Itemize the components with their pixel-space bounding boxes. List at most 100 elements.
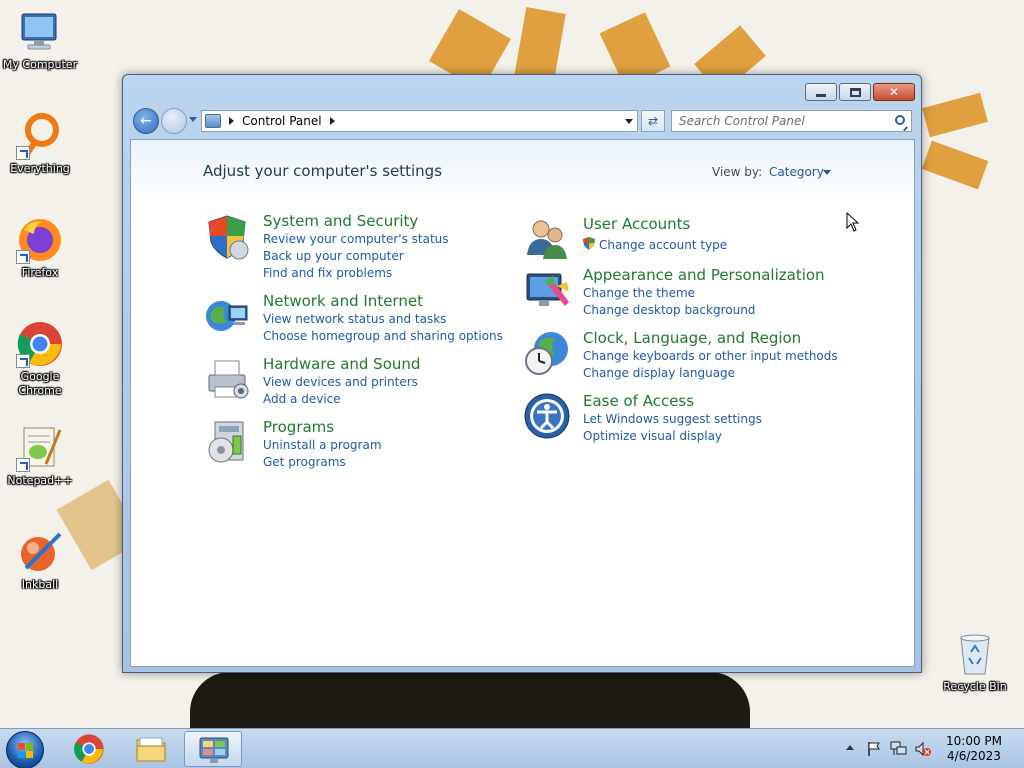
- category-link[interactable]: Change keyboards or other input methods: [583, 349, 838, 363]
- notepad-icon: [16, 424, 64, 472]
- category-link[interactable]: Choose homegroup and sharing options: [263, 329, 503, 343]
- category-link[interactable]: Change desktop background: [583, 303, 755, 317]
- category-link[interactable]: Get programs: [263, 455, 346, 469]
- desktop-icon-notepad-plus-plus[interactable]: Notepad++: [0, 424, 80, 488]
- category-link[interactable]: Optimize visual display: [583, 429, 722, 443]
- category-link[interactable]: Back up your computer: [263, 249, 404, 263]
- category-link[interactable]: Let Windows suggest settings: [583, 412, 762, 426]
- taskbar-explorer-button[interactable]: [122, 731, 180, 767]
- show-hidden-icons-button[interactable]: [846, 745, 854, 750]
- recycle-bin-icon: [951, 630, 999, 678]
- category-title[interactable]: Network and Internet: [263, 292, 423, 310]
- address-dropdown-icon[interactable]: [625, 119, 633, 124]
- wallpaper-ray: [921, 140, 989, 190]
- control-panel-small-icon: [205, 114, 221, 128]
- category-title[interactable]: Appearance and Personalization: [583, 266, 825, 284]
- taskbar-clock[interactable]: 10:00 PM 4/6/2023: [936, 734, 1012, 764]
- close-button[interactable]: ✕: [873, 83, 915, 101]
- computer-icon: [16, 8, 64, 56]
- wallpaper-ray: [514, 7, 566, 83]
- volume-muted-icon[interactable]: [914, 741, 932, 760]
- window-controls: ✕: [805, 83, 915, 101]
- firefox-icon: [16, 216, 64, 264]
- users-icon[interactable]: [523, 215, 571, 263]
- category-clock-language-and-region: Clock, Language, and Region Change keybo…: [523, 329, 853, 380]
- search-input[interactable]: [672, 111, 882, 131]
- control-panel-content: Adjust your computer's settings View by:…: [130, 139, 915, 667]
- category-link[interactable]: Change the theme: [583, 286, 695, 300]
- close-icon: ✕: [888, 85, 900, 99]
- breadcrumb-separator-icon[interactable]: [329, 117, 335, 125]
- programs-icon[interactable]: [203, 418, 251, 466]
- maximize-button[interactable]: [839, 83, 871, 101]
- search-icon[interactable]: [895, 115, 905, 125]
- monitor-paint-icon[interactable]: [523, 266, 571, 314]
- desktop-icon-label: Firefox: [21, 266, 59, 279]
- chrome-icon: [73, 733, 105, 765]
- network-globe-icon[interactable]: [203, 292, 251, 340]
- taskbar-chrome-button[interactable]: [60, 731, 118, 767]
- maximize-icon: [840, 84, 870, 100]
- category-link[interactable]: Find and fix problems: [263, 266, 392, 280]
- desktop-icon-google-chrome[interactable]: Google Chrome: [0, 320, 80, 398]
- network-icon[interactable]: [890, 741, 908, 760]
- search-box[interactable]: [671, 110, 912, 132]
- category-link[interactable]: Review your computer's status: [263, 232, 449, 246]
- taskbar-control-panel-button[interactable]: [184, 731, 242, 767]
- wallpaper-ray: [922, 92, 988, 138]
- inkball-icon: [16, 528, 64, 576]
- desktop-icon-my-computer[interactable]: My Computer: [0, 8, 80, 72]
- wallpaper-shadow: [190, 672, 750, 728]
- desktop-icon-label: Notepad++: [7, 474, 73, 487]
- desktop-icon-firefox[interactable]: Firefox: [0, 216, 80, 280]
- clock-globe-icon[interactable]: [523, 329, 571, 377]
- start-button[interactable]: [6, 731, 44, 768]
- ease-of-access-icon[interactable]: [523, 392, 571, 440]
- category-title[interactable]: User Accounts: [583, 215, 690, 233]
- printer-icon[interactable]: [203, 355, 251, 403]
- control-panel-window[interactable]: ✕ ← Control Panel ⇄ Adjust your computer…: [122, 74, 922, 673]
- action-center-flag-icon[interactable]: [866, 741, 882, 760]
- breadcrumb-separator-icon[interactable]: [229, 117, 234, 125]
- forward-button[interactable]: [161, 108, 187, 134]
- category-system-and-security: System and Security Review your computer…: [203, 212, 503, 282]
- back-button[interactable]: ←: [133, 108, 159, 134]
- category-link[interactable]: Change account type: [599, 238, 727, 252]
- address-bar[interactable]: Control Panel: [201, 110, 638, 132]
- desktop-icon-inkball[interactable]: Inkball: [0, 528, 80, 592]
- desktop-icon-label: Recycle Bin: [943, 680, 1007, 693]
- category-link[interactable]: View network status and tasks: [263, 312, 446, 326]
- category-title[interactable]: Programs: [263, 418, 334, 436]
- category-ease-of-access: Ease of Access Let Windows suggest setti…: [523, 392, 853, 443]
- taskbar: 10:00 PM 4/6/2023: [0, 728, 1024, 768]
- breadcrumb-control-panel[interactable]: Control Panel: [242, 114, 322, 128]
- desktop-icon-recycle-bin[interactable]: Recycle Bin: [935, 630, 1015, 694]
- view-by-label: View by:: [712, 165, 763, 179]
- category-title[interactable]: Ease of Access: [583, 392, 694, 410]
- windows-logo-icon: [18, 743, 34, 759]
- category-title[interactable]: Hardware and Sound: [263, 355, 420, 373]
- view-by-dropdown[interactable]: Category: [769, 165, 824, 179]
- category-link[interactable]: Add a device: [263, 392, 341, 406]
- desktop-icon-label: Everything: [10, 162, 70, 175]
- uac-shield-icon: [583, 237, 595, 250]
- chevron-down-icon[interactable]: [823, 170, 831, 175]
- shield-icon[interactable]: [203, 212, 251, 260]
- refresh-button[interactable]: ⇄: [641, 110, 665, 132]
- category-title[interactable]: Clock, Language, and Region: [583, 329, 801, 347]
- category-appearance-and-personalization: Appearance and Personalization Change th…: [523, 266, 853, 317]
- category-link[interactable]: Change display language: [583, 366, 735, 380]
- category-link[interactable]: Uninstall a program: [263, 438, 382, 452]
- category-user-accounts: User Accounts Change account type: [523, 215, 853, 259]
- control-panel-icon: [198, 735, 230, 765]
- desktop-icon-everything[interactable]: Everything: [0, 112, 80, 176]
- category-link[interactable]: View devices and printers: [263, 375, 418, 389]
- clock-time: 10:00 PM: [946, 734, 1002, 748]
- minimize-button[interactable]: [805, 83, 837, 101]
- minimize-icon: [806, 84, 836, 100]
- desktop-icon-label: My Computer: [2, 58, 78, 71]
- category-network-and-internet: Network and Internet View network status…: [203, 292, 503, 343]
- category-title[interactable]: System and Security: [263, 212, 418, 230]
- chrome-icon: [16, 320, 64, 368]
- recent-pages-dropdown[interactable]: [189, 117, 197, 122]
